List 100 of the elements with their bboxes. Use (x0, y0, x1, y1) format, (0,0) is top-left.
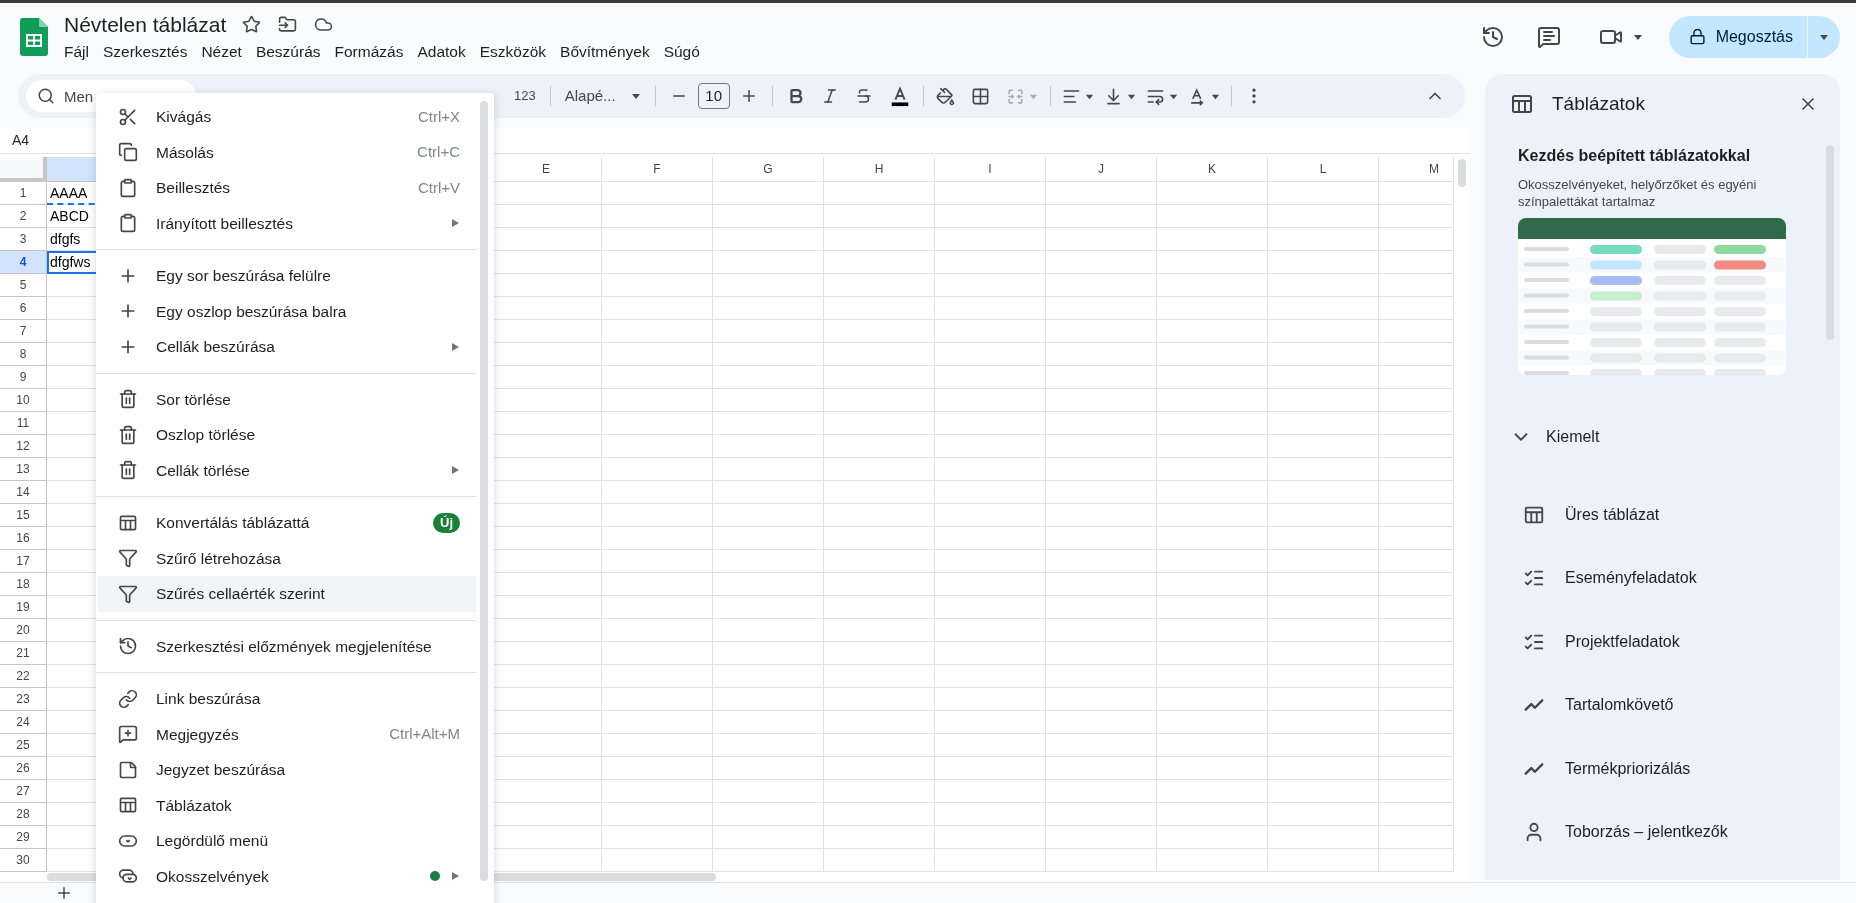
menu-item[interactable]: Szerkesztési előzmények megjelenítése (98, 628, 476, 664)
row-header[interactable]: 12 (0, 435, 47, 458)
menu-item[interactable]: Legördülő menü (98, 823, 476, 859)
menu-bar-item[interactable]: Bővítmények (554, 39, 656, 64)
row-header[interactable]: 19 (0, 596, 47, 619)
menu-item[interactable]: Okosszelvények (98, 858, 476, 894)
strikethrough-icon[interactable] (854, 87, 873, 105)
menu-item[interactable]: Egy sor beszúrása felülre (98, 258, 476, 294)
cloud-icon[interactable] (314, 15, 334, 34)
row-header[interactable]: 11 (0, 412, 47, 435)
menu-item[interactable]: Cellák beszúrása (98, 329, 476, 365)
template-item[interactable]: Projektfeladatok (1485, 610, 1840, 674)
menu-item[interactable]: Másolás Ctrl+C (98, 134, 476, 170)
menu-item[interactable]: Link beszúrása (98, 681, 476, 717)
column-header[interactable]: J (1046, 157, 1157, 182)
menu-item[interactable]: Táblázatok (98, 787, 476, 823)
row-header[interactable]: 22 (0, 665, 47, 688)
scrollbar-thumb[interactable] (1458, 159, 1466, 187)
star-icon[interactable] (242, 15, 262, 34)
borders-icon[interactable] (970, 86, 990, 106)
template-item[interactable]: Toborzás – jelentkezők (1485, 800, 1840, 864)
row-header[interactable]: 25 (0, 734, 47, 757)
row-header[interactable]: 2 (0, 205, 47, 228)
menu-item[interactable]: Megjegyzés Ctrl+Alt+M (98, 716, 476, 752)
folder-icon[interactable] (278, 15, 298, 34)
column-header[interactable]: F (602, 157, 713, 182)
add-sheet-icon[interactable] (55, 884, 73, 902)
row-header[interactable]: 6 (0, 297, 47, 320)
template-item[interactable]: Tartalomkövető (1485, 673, 1840, 737)
name-box[interactable]: A4 (12, 130, 30, 151)
row-header[interactable]: 27 (0, 780, 47, 803)
template-item[interactable]: Eseményfeladatok (1485, 546, 1840, 610)
menu-item[interactable]: Cellák törlése (98, 452, 476, 488)
row-header[interactable]: 16 (0, 527, 47, 550)
menu-item[interactable]: Konvertálás táblázattá Új (98, 505, 476, 541)
scrollbar-thumb[interactable] (1826, 145, 1834, 340)
menu-item[interactable]: Kivágás Ctrl+X (98, 99, 476, 135)
menu-item[interactable]: Irányított beillesztés (98, 205, 476, 241)
row-header[interactable]: 14 (0, 481, 47, 504)
column-header[interactable]: H (824, 157, 935, 182)
row-header[interactable]: 20 (0, 619, 47, 642)
submenu-arrow-icon (450, 341, 460, 352)
row-header[interactable]: 23 (0, 688, 47, 711)
row-header[interactable]: 9 (0, 366, 47, 389)
template-item[interactable]: Termékpriorizálás (1485, 737, 1840, 801)
section-toggle[interactable]: Kiemelt (1510, 425, 1840, 449)
history-icon (118, 636, 138, 657)
menu-item[interactable]: Szűrő létrehozása (98, 540, 476, 576)
number-format-button[interactable]: 123 (508, 86, 542, 106)
font-size-field[interactable]: 10 (697, 83, 730, 109)
row-header[interactable]: 5 (0, 274, 47, 297)
menu-bar-item[interactable]: Adatok (411, 39, 472, 64)
column-header[interactable]: G (713, 157, 824, 182)
menu-item[interactable]: Jegyzet beszúrása (98, 752, 476, 788)
row-header[interactable]: 4 (0, 251, 47, 274)
intro-title: Kezdés beépített táblázatokkal (1518, 146, 1752, 166)
row-header[interactable]: 3 (0, 228, 47, 251)
row-header[interactable]: 24 (0, 711, 47, 734)
menu-item[interactable]: Szűrés cellaérték szerint (98, 576, 476, 612)
scrollbar-track[interactable] (1453, 157, 1470, 872)
document-title[interactable]: Névtelen táblázat (64, 8, 227, 41)
lock-icon (1688, 28, 1706, 45)
menu-bar-item[interactable]: Formázás (328, 39, 410, 64)
menu-bar-item[interactable]: Nézet (195, 39, 248, 64)
menu-item[interactable]: Beillesztés Ctrl+V (98, 170, 476, 206)
comments-icon[interactable] (1536, 24, 1561, 49)
template-item[interactable]: Üres táblázat (1485, 483, 1840, 547)
spreadsheet-logo[interactable] (20, 17, 48, 56)
row-header[interactable]: 29 (0, 826, 47, 849)
row-header[interactable]: 1 (0, 182, 47, 205)
row-header[interactable]: 13 (0, 458, 47, 481)
menu-item[interactable]: Sor törlése (98, 381, 476, 417)
row-header[interactable]: 28 (0, 803, 47, 826)
clipboard-icon (118, 213, 138, 234)
scrollbar-thumb[interactable] (480, 101, 488, 881)
font-select[interactable]: Alapé... (558, 84, 647, 108)
clipboard-icon (118, 177, 138, 198)
row-header[interactable]: 10 (0, 389, 47, 412)
menu-item[interactable]: Oszlop törlése (98, 417, 476, 453)
menu-bar-item[interactable]: Súgó (657, 39, 706, 64)
row-header[interactable]: 30 (0, 849, 47, 872)
menu-bar-item[interactable]: Beszúrás (249, 39, 327, 64)
menu-bar-item[interactable]: Fájl (58, 39, 95, 64)
column-header[interactable]: K (1157, 157, 1268, 182)
row-header[interactable]: 26 (0, 757, 47, 780)
scissors-icon (118, 106, 138, 127)
row-header[interactable]: 7 (0, 320, 47, 343)
row-header[interactable]: 18 (0, 573, 47, 596)
history-icon[interactable] (1480, 24, 1505, 49)
menu-bar-item[interactable]: Eszközök (473, 39, 553, 64)
row-header[interactable]: 8 (0, 343, 47, 366)
column-header[interactable]: L (1268, 157, 1379, 182)
trash-icon (118, 424, 138, 445)
row-header[interactable]: 21 (0, 642, 47, 665)
fill-color-icon[interactable] (935, 86, 955, 106)
menu-bar-item[interactable]: Szerkesztés (97, 39, 194, 64)
row-header[interactable]: 15 (0, 504, 47, 527)
column-header[interactable]: I (935, 157, 1046, 182)
row-header[interactable]: 17 (0, 550, 47, 573)
menu-item[interactable]: Egy oszlop beszúrása balra (98, 293, 476, 329)
